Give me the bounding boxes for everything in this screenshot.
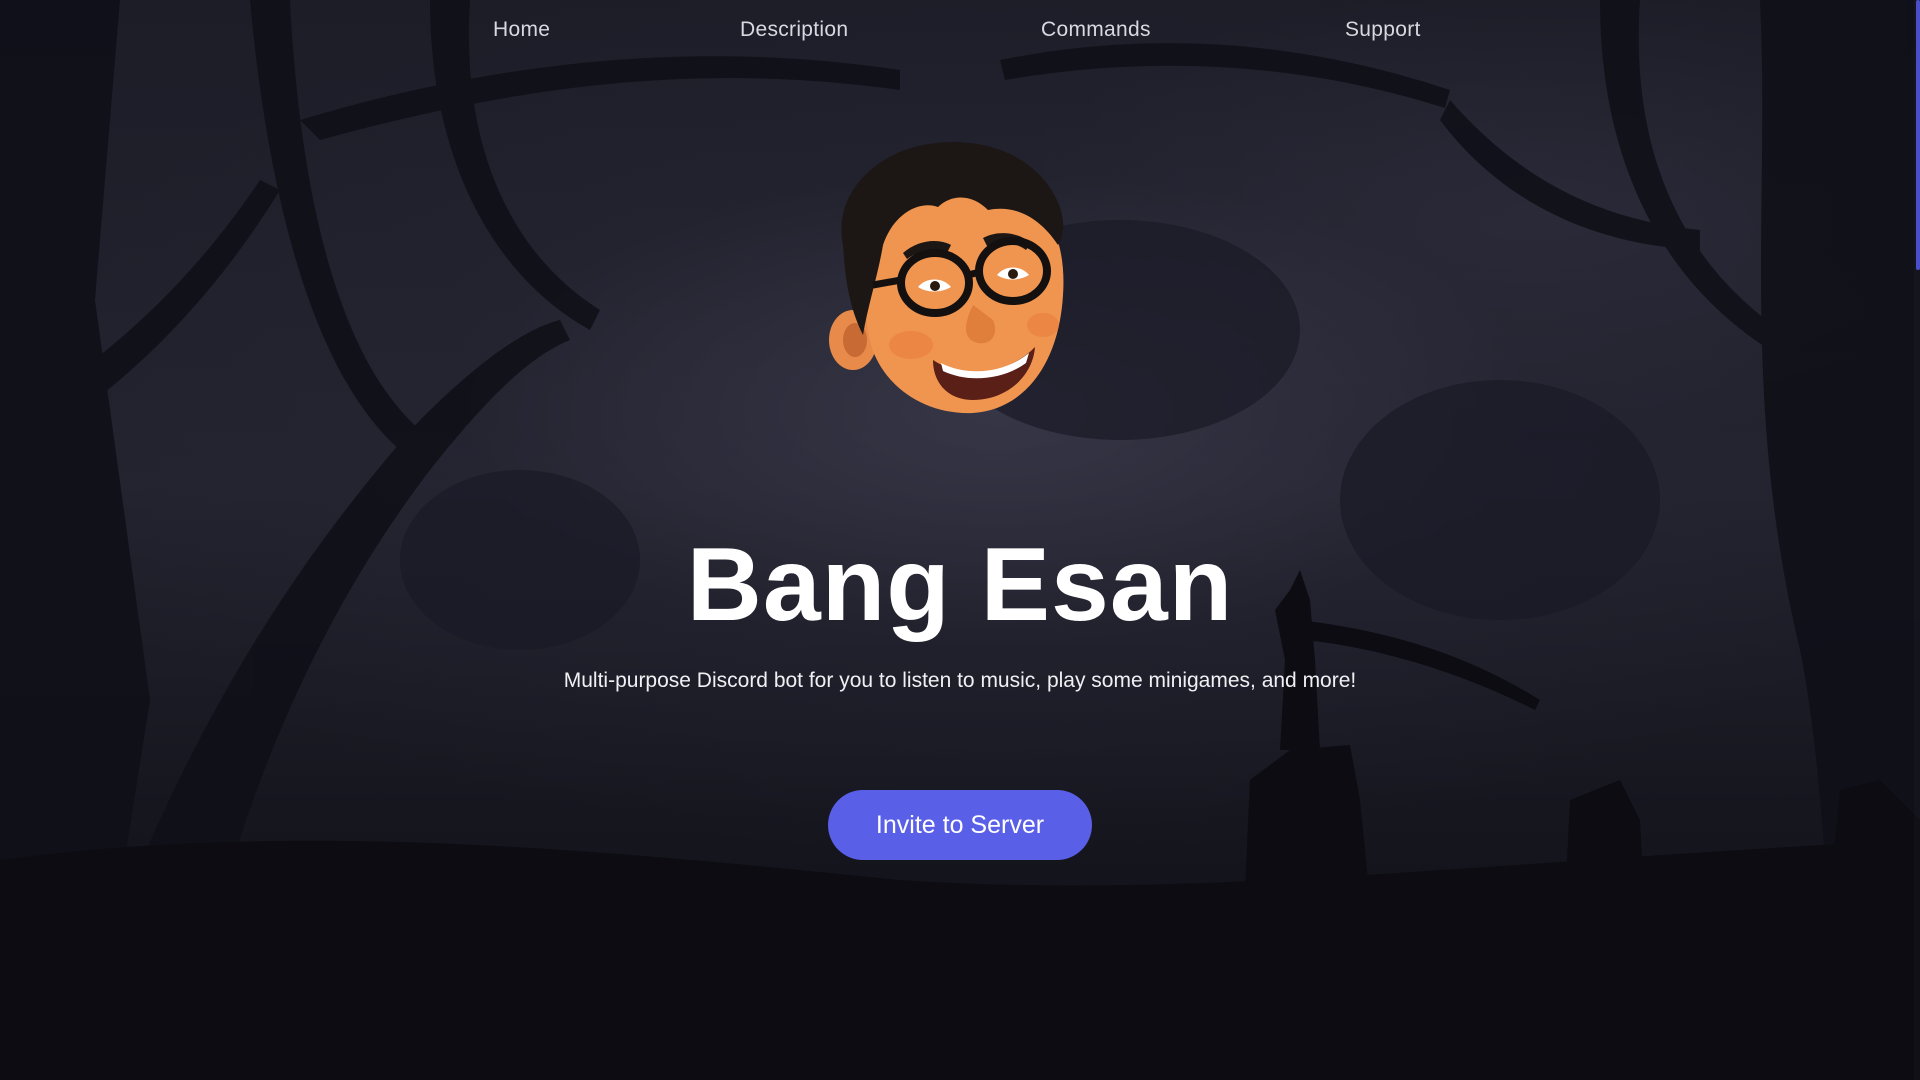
bot-avatar-icon [829,141,1064,414]
nav-home[interactable]: Home [493,18,550,42]
nav-description[interactable]: Description [740,18,848,42]
landing-page: Home Description Commands Support Bang E… [0,0,1920,1080]
invite-to-server-button[interactable]: Invite to Server [828,790,1092,860]
page-title: Bang Esan [686,527,1234,643]
nav-support[interactable]: Support [1345,18,1421,42]
bot-description: Multi-purpose Discord bot for you to lis… [563,669,1357,692]
nav-commands[interactable]: Commands [1041,18,1151,42]
top-navigation: Home Description Commands Support [0,18,1920,46]
